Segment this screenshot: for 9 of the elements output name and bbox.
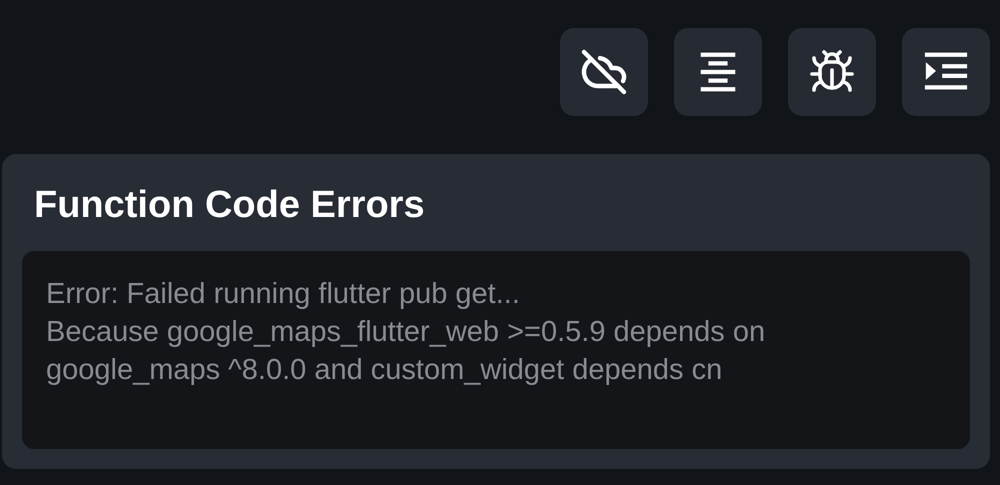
error-line: Because google_maps_flutter_web >=0.5.9 depends on xyxy=(46,315,766,350)
error-line: Error: Failed running flutter pub get... xyxy=(46,277,521,312)
cloud-off-icon xyxy=(580,48,628,96)
indent-button[interactable] xyxy=(902,28,990,116)
error-line: google_maps ^8.0.0 and custom_widget depends cn xyxy=(46,353,724,388)
panel-title: Function Code Errors xyxy=(33,184,426,227)
align-button[interactable] xyxy=(674,28,762,116)
cloud-off-button[interactable] xyxy=(560,28,648,116)
debug-button[interactable] xyxy=(788,28,876,116)
